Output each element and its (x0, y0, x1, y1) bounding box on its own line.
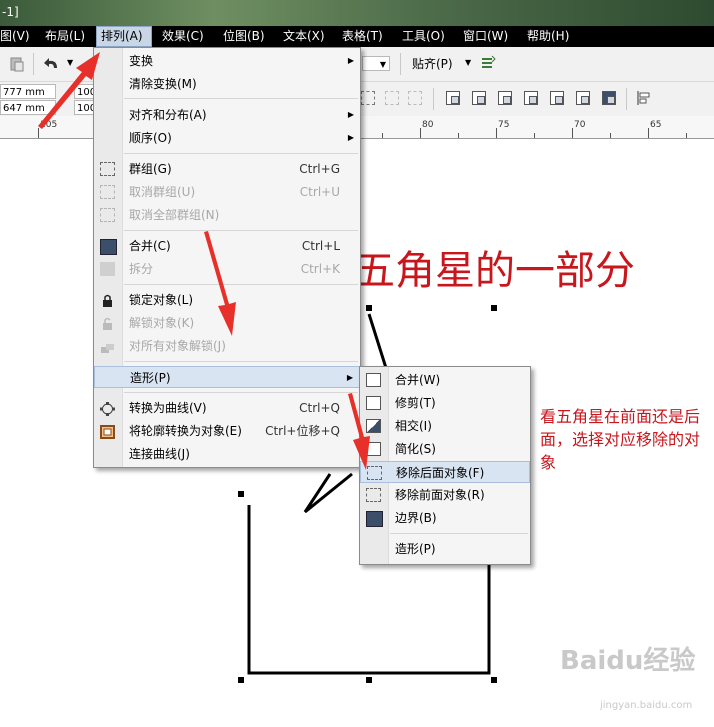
menu-item-label: 造形(P) (130, 371, 171, 385)
simplify-icon (366, 442, 381, 456)
menu-separator (124, 153, 358, 154)
unlock-icon (100, 316, 115, 330)
menu-item-label: 变换 (129, 54, 154, 68)
menu-item-unlock-all[interactable]: 对所有对象解锁(J) (94, 335, 360, 357)
menu-separator (124, 230, 358, 231)
lock-icon (100, 293, 115, 307)
arrange-menu: 变换 ▶ 清除变换(M) 对齐和分布(A) ▶ 顺序(O) ▶ 群组(G) Ct… (93, 47, 361, 468)
intersect-icon (366, 419, 381, 433)
selection-handle[interactable] (491, 305, 497, 311)
annotation-note: 看五角星在前面还是后面，选择对应移除的对象 (540, 407, 701, 472)
submenu-item-weld[interactable]: 合并(W) (360, 369, 530, 391)
shaping-submenu: 合并(W) 修剪(T) 相交(I) 简化(S) 移除后面对象(F) 移除前面对象… (359, 366, 531, 565)
menu-item-lock-object[interactable]: 锁定对象(L) (94, 289, 360, 311)
menu-item-join-curves[interactable]: 连接曲线(J) (94, 443, 360, 465)
menu-item-label: 相交(I) (395, 419, 432, 433)
annotation-heading: 五角星的一部分 (355, 248, 635, 294)
submenu-item-shaping[interactable]: 造形(P) (360, 538, 530, 560)
outline-to-object-icon (100, 424, 115, 439)
submenu-item-remove-back[interactable]: 移除后面对象(F) (360, 461, 530, 483)
menu-item-combine[interactable]: 合并(C) Ctrl+L (94, 235, 360, 257)
menu-item-group[interactable]: 群组(G) Ctrl+G (94, 158, 360, 180)
selection-handle[interactable] (366, 677, 372, 683)
menu-item-shortcut: Ctrl+G (299, 162, 340, 176)
front-minus-back-icon (366, 488, 381, 502)
menu-item-shortcut: Ctrl+U (299, 185, 340, 199)
submenu-item-simplify[interactable]: 简化(S) (360, 438, 530, 460)
menu-item-label: 转换为曲线(V) (129, 401, 207, 415)
selection-handle[interactable] (238, 677, 244, 683)
selection-handle[interactable] (366, 305, 372, 311)
menu-item-outline-to-object[interactable]: 将轮廓转换为对象(E) Ctrl+位移+Q (94, 420, 360, 442)
convert-to-curves-icon (100, 401, 115, 416)
menu-item-shortcut: Ctrl+位移+Q (265, 424, 340, 438)
menu-item-label: 群组(G) (129, 162, 172, 176)
combine-icon (100, 239, 117, 255)
menu-item-label: 对所有对象解锁(J) (129, 339, 226, 353)
menu-item-ungroup-all[interactable]: 取消全部群组(N) (94, 204, 360, 226)
weld-icon (366, 373, 381, 387)
break-apart-icon (100, 262, 115, 276)
menu-item-label: 边界(B) (395, 511, 437, 525)
menu-item-label: 清除变换(M) (129, 77, 197, 91)
menu-item-label: 合并(C) (129, 239, 171, 253)
menu-item-shaping[interactable]: 造形(P) ▶ (94, 366, 360, 388)
submenu-item-remove-front[interactable]: 移除前面对象(R) (360, 484, 530, 506)
ungroup-icon (100, 185, 115, 199)
menu-item-label: 解锁对象(K) (129, 316, 195, 330)
menu-item-convert-to-curves[interactable]: 转换为曲线(V) Ctrl+Q (94, 397, 360, 419)
menu-item-label: 顺序(O) (129, 131, 172, 145)
watermark-url: jingyan.baidu.com (600, 700, 693, 711)
submenu-item-trim[interactable]: 修剪(T) (360, 392, 530, 414)
ungroup-all-icon (100, 208, 115, 222)
trim-icon (366, 396, 381, 410)
submenu-item-intersect[interactable]: 相交(I) (360, 415, 530, 437)
back-minus-front-icon (367, 466, 382, 480)
menu-item-label: 锁定对象(L) (129, 293, 194, 307)
menu-item-ungroup[interactable]: 取消群组(U) Ctrl+U (94, 181, 360, 203)
menu-separator (124, 392, 358, 393)
menu-separator (390, 533, 528, 534)
boundary-icon (366, 511, 383, 527)
menu-item-label: 将轮廓转换为对象(E) (129, 424, 242, 438)
watermark-logo: Baidu经验 (560, 646, 696, 676)
menu-item-label: 合并(W) (395, 373, 441, 387)
menu-item-label: 连接曲线(J) (129, 447, 190, 461)
menu-item-label: 移除后面对象(F) (396, 466, 485, 480)
submenu-arrow-icon: ▶ (347, 110, 354, 119)
menu-item-label: 造形(P) (395, 542, 436, 556)
menu-item-label: 拆分 (129, 262, 154, 276)
menu-item-break-apart[interactable]: 拆分 Ctrl+K (94, 258, 360, 280)
menu-item-transform[interactable]: 变换 ▶ (94, 50, 360, 72)
submenu-arrow-icon: ▶ (346, 373, 353, 382)
menu-item-label: 移除前面对象(R) (395, 488, 485, 502)
selection-handle[interactable] (491, 677, 497, 683)
menu-item-clear-transform[interactable]: 清除变换(M) (94, 73, 360, 95)
menu-item-shortcut: Ctrl+K (300, 262, 340, 276)
menu-separator (124, 361, 358, 362)
menu-item-align-distribute[interactable]: 对齐和分布(A) ▶ (94, 104, 360, 126)
unlock-all-icon (100, 339, 115, 353)
selection-handle[interactable] (238, 491, 244, 497)
menu-separator (124, 98, 358, 99)
group-icon (100, 162, 115, 176)
menu-item-shortcut: Ctrl+Q (299, 401, 340, 415)
menu-item-order[interactable]: 顺序(O) ▶ (94, 127, 360, 149)
menu-item-label: 对齐和分布(A) (129, 108, 207, 122)
menu-item-label: 取消全部群组(N) (129, 208, 220, 222)
submenu-arrow-icon: ▶ (347, 56, 354, 65)
menu-item-label: 修剪(T) (395, 396, 436, 410)
menu-separator (124, 284, 358, 285)
menu-item-shortcut: Ctrl+L (301, 239, 340, 253)
menu-item-label: 简化(S) (395, 442, 436, 456)
menu-item-label: 取消群组(U) (129, 185, 196, 199)
menu-item-unlock-object[interactable]: 解锁对象(K) (94, 312, 360, 334)
submenu-arrow-icon: ▶ (347, 133, 354, 142)
submenu-item-boundary[interactable]: 边界(B) (360, 507, 530, 529)
